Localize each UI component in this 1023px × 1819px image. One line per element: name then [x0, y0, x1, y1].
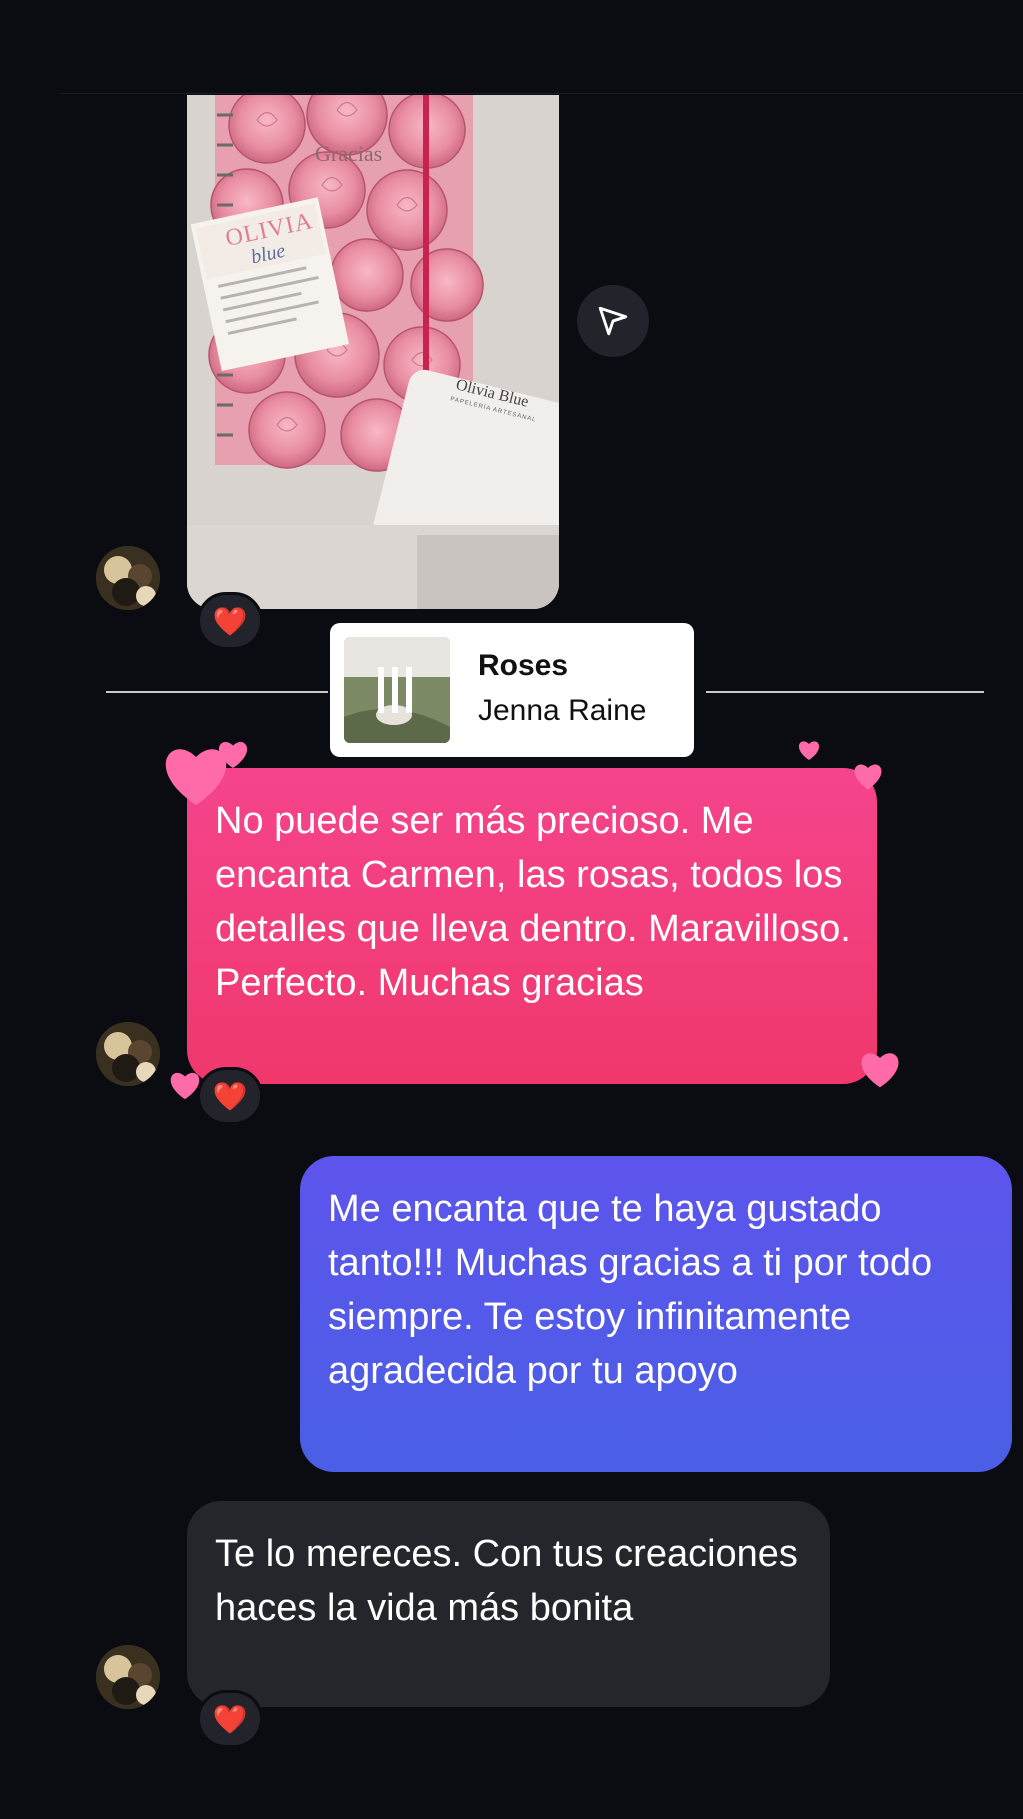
divider-right [706, 691, 984, 693]
notebook-text: Gracias [315, 141, 383, 166]
heart-reaction: ❤️ [212, 1080, 248, 1112]
message-bubble-received[interactable]: No puede ser más precioso. Me encanta Ca… [187, 768, 877, 1084]
message-text: Te lo mereces. Con tus creaciones haces … [215, 1533, 798, 1629]
heart-effect-icon [854, 764, 882, 790]
album-cover [344, 637, 450, 743]
music-sticker[interactable]: Roses Jenna Raine [330, 623, 694, 757]
avatar[interactable] [96, 546, 160, 610]
reaction-badge[interactable]: ❤️ [197, 592, 263, 650]
share-button[interactable] [577, 285, 649, 357]
avatar[interactable] [96, 1645, 160, 1709]
reaction-badge[interactable]: ❤️ [197, 1690, 263, 1748]
song-title: Roses [478, 649, 569, 682]
message-text: No puede ser más precioso. Me encanta Ca… [215, 800, 851, 1004]
heart-effect-icon [798, 741, 820, 760]
photo-image [187, 95, 559, 609]
song-artist: Jenna Raine [478, 694, 647, 727]
message-text: Me encanta que te haya gustado tanto!!! … [328, 1188, 933, 1392]
message-bubble-sent[interactable]: Me encanta que te haya gustado tanto!!! … [300, 1156, 1012, 1472]
photo-message[interactable]: Gracias OLIVIA blue Olivia Blue PAPELERÍ… [187, 95, 559, 609]
avatar[interactable] [96, 1022, 160, 1086]
divider-left [106, 691, 328, 693]
heart-effect-icon [218, 741, 248, 768]
message-bubble-received[interactable]: Te lo mereces. Con tus creaciones haces … [187, 1501, 830, 1707]
reaction-badge[interactable]: ❤️ [197, 1067, 263, 1125]
send-icon [598, 306, 628, 336]
heart-reaction: ❤️ [212, 1703, 248, 1735]
heart-reaction: ❤️ [212, 605, 248, 637]
heart-effect-icon [861, 1053, 899, 1088]
divider-top [60, 93, 1023, 94]
